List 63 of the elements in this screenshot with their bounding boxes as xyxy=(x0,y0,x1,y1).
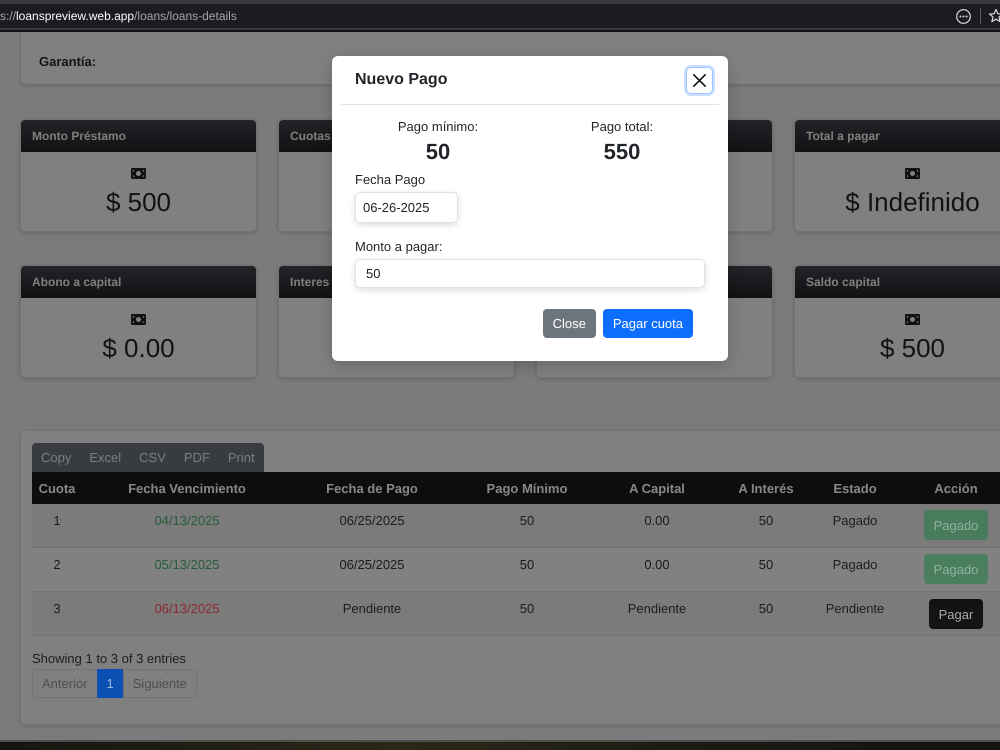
table-cell: 3 xyxy=(53,601,61,616)
column-header: A Capital xyxy=(629,480,685,496)
entries-info: Showing 1 to 3 of 3 entries xyxy=(32,650,186,667)
field-label: Monto a pagar: xyxy=(355,239,442,255)
due-date: 04/13/2025 xyxy=(154,513,220,528)
field-label: Fecha Pago xyxy=(355,172,426,188)
export-button[interactable]: CSV xyxy=(130,443,175,472)
export-button[interactable]: PDF xyxy=(174,443,219,472)
table-cell: 50 xyxy=(758,513,774,528)
table-cell: Pendiente xyxy=(826,601,884,616)
page-button[interactable]: 1 xyxy=(96,669,124,698)
table-cell: Pagado xyxy=(832,513,878,528)
date-field[interactable]: 06-26-2025 xyxy=(355,192,458,223)
table-cell: 1 xyxy=(53,513,61,528)
close-icon xyxy=(693,74,706,86)
secondary-button[interactable]: Close xyxy=(542,309,596,338)
due-date: 06/13/2025 xyxy=(154,601,220,616)
column-header: Cuota xyxy=(38,480,76,496)
amount-field[interactable]: 50 xyxy=(355,259,705,288)
modal-title: Nuevo Pago xyxy=(355,71,448,89)
card-value: $ Indefinido xyxy=(845,187,980,217)
table-cell: 50 xyxy=(520,513,534,528)
table-cell: 50 xyxy=(520,601,534,616)
card-title: Interes xyxy=(290,275,330,289)
table-cell: 0.00 xyxy=(644,513,670,528)
table-cell: 2 xyxy=(53,557,61,572)
column-header: A Interés xyxy=(738,480,794,496)
card-title: Total a pagar xyxy=(806,129,880,143)
card-title: Monto Préstamo xyxy=(32,129,126,143)
export-button[interactable]: Print xyxy=(218,443,264,472)
card-value: $ 500 xyxy=(880,333,946,363)
column-header: Fecha de Pago xyxy=(326,480,418,496)
field-label: Garantía: xyxy=(39,54,96,68)
table-cell: 06/25/2025 xyxy=(339,513,405,528)
due-date: 05/13/2025 xyxy=(154,557,220,572)
export-button[interactable]: Copy xyxy=(32,443,80,472)
table-cell: 50 xyxy=(758,601,774,616)
summary-value: 50 xyxy=(426,139,450,165)
export-button[interactable]: Excel xyxy=(80,443,130,472)
card-value: $ 500 xyxy=(106,187,172,217)
column-header: Pago Mínimo xyxy=(486,480,568,496)
card-title: Cuotas xyxy=(290,129,331,143)
summary-label: Pago mínimo: xyxy=(398,119,478,135)
more-icon[interactable] xyxy=(956,8,971,24)
card-title: Saldo capital xyxy=(806,275,880,289)
table-cell: 50 xyxy=(758,557,774,572)
star-icon[interactable] xyxy=(988,8,1000,24)
close-button[interactable] xyxy=(686,66,713,94)
table-cell: 0.00 xyxy=(644,557,670,572)
submit-button[interactable]: Pagar cuota xyxy=(602,309,693,338)
table-cell: Pendiente xyxy=(628,601,686,616)
table-cell: 50 xyxy=(520,557,534,572)
table-cell: 06/25/2025 xyxy=(339,557,405,572)
summary-value: 550 xyxy=(604,139,640,165)
card-title: Abono a capital xyxy=(32,275,122,289)
card-value: $ 0.00 xyxy=(102,333,175,363)
table-cell: Pendiente xyxy=(342,601,402,616)
table-cell: Pagado xyxy=(832,557,878,572)
summary-label: Pago total: xyxy=(590,119,654,135)
column-header: Acción xyxy=(934,480,978,496)
pay-button[interactable]: Pagar xyxy=(928,599,984,629)
column-header: Estado xyxy=(833,480,877,496)
column-header: Fecha Vencimiento xyxy=(128,480,246,496)
